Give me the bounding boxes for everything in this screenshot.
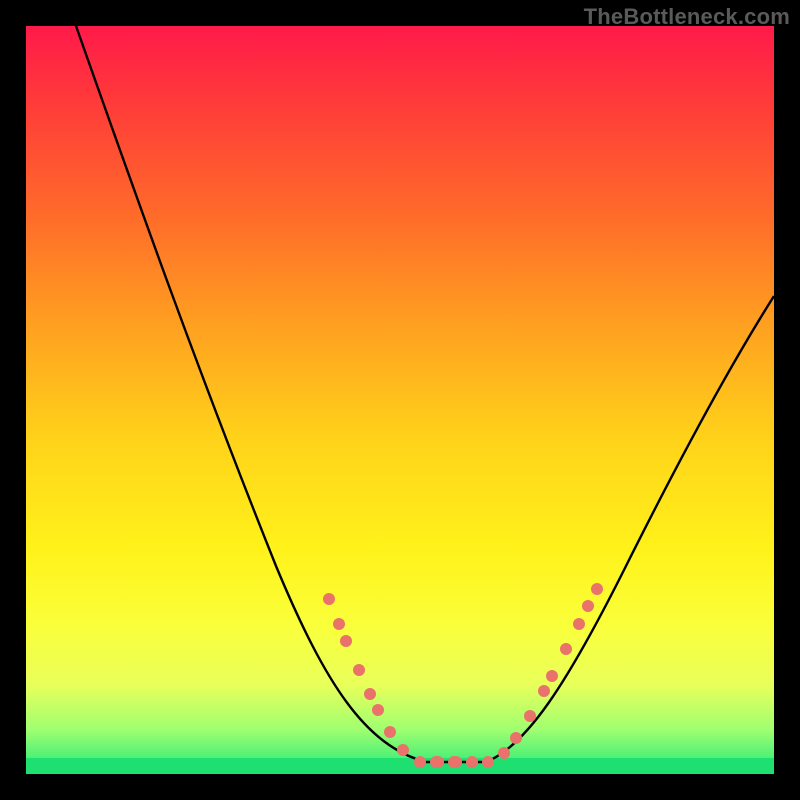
marker-dot (482, 756, 494, 768)
marker-dot (560, 643, 572, 655)
marker-dot (582, 600, 594, 612)
marker-dot (546, 670, 558, 682)
watermark-text: TheBottleneck.com (584, 4, 790, 30)
marker-dot (364, 688, 376, 700)
marker-dot (573, 618, 585, 630)
marker-dot (538, 685, 550, 697)
plot-area (26, 26, 774, 774)
marker-dot (333, 618, 345, 630)
marker-dot (430, 756, 444, 768)
marker-dot (510, 732, 522, 744)
marker-dot (384, 726, 396, 738)
marker-dot (397, 744, 409, 756)
marker-dot (353, 664, 365, 676)
marker-dot (466, 756, 478, 768)
marker-dot (372, 704, 384, 716)
marker-dot (323, 593, 335, 605)
marker-dot (448, 756, 462, 768)
curve-path (76, 26, 774, 762)
marker-dot (414, 756, 426, 768)
bottleneck-curve (26, 26, 774, 774)
marker-dot (340, 635, 352, 647)
marker-dot (591, 583, 603, 595)
marker-dot (524, 710, 536, 722)
marker-dot (498, 747, 510, 759)
